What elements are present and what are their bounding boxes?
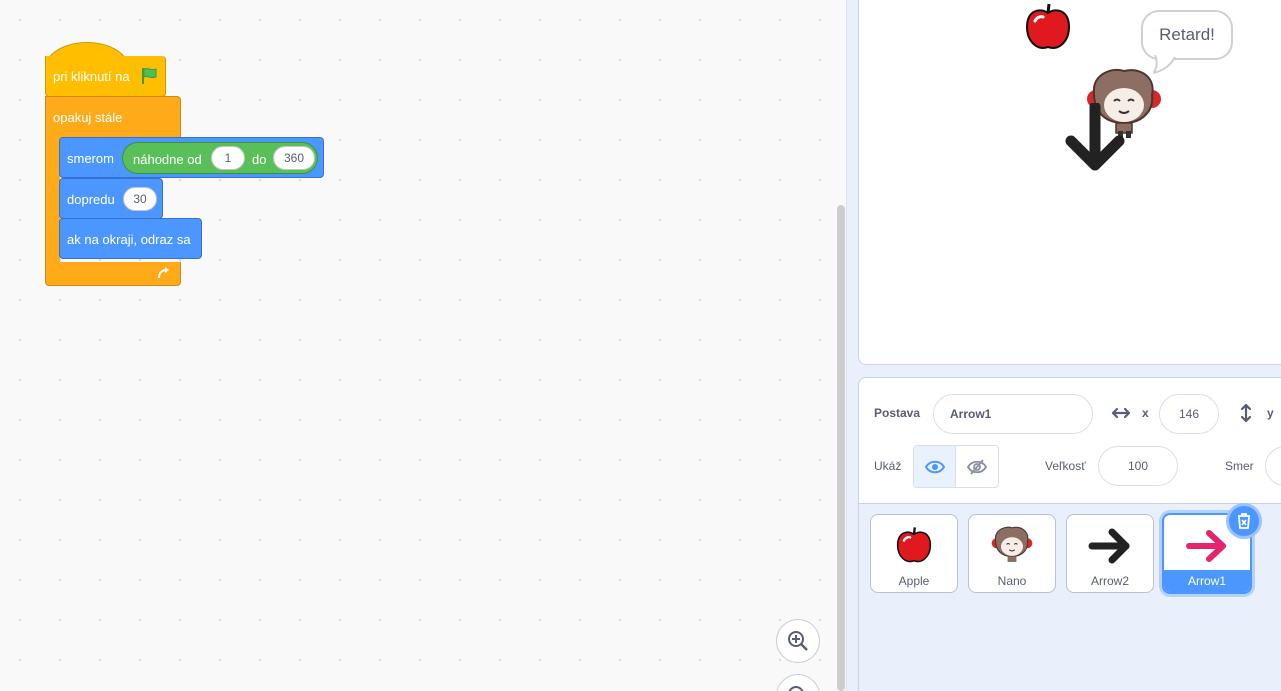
y-position-icon	[1240, 403, 1252, 423]
sprite-tile-nano[interactable]: Nano	[968, 514, 1056, 593]
zoom-in-button[interactable]	[776, 619, 820, 663]
sprite-name-label: Postava	[874, 406, 921, 420]
zoom-out-icon	[788, 686, 804, 691]
x-position-input[interactable]	[1159, 394, 1219, 434]
green-flag-icon	[142, 67, 157, 84]
turn-block-label: smerom	[67, 151, 114, 166]
sprite-tile-apple[interactable]: Apple	[870, 514, 958, 593]
delete-sprite-button[interactable]	[1226, 503, 1262, 539]
random-from-input[interactable]: 1	[211, 146, 245, 170]
sprite-info-panel: Postava x y Ukáž Veľkosť Smer	[858, 377, 1281, 504]
if-on-edge-bounce-block[interactable]: ak na okraji, odraz sa	[59, 218, 202, 259]
random-to-label: do	[252, 152, 267, 167]
random-block-label: náhodne od	[133, 152, 202, 167]
sprite-name-input[interactable]	[933, 394, 1093, 434]
zoom-out-button[interactable]	[776, 674, 820, 691]
apple-icon	[896, 527, 932, 563]
show-label: Ukáž	[874, 459, 902, 473]
arrow1-sprite[interactable]	[1064, 103, 1126, 173]
random-to-input[interactable]: 360	[273, 146, 315, 170]
size-label: Veľkosť	[1045, 459, 1086, 473]
when-flag-clicked-block[interactable]: pri kliknutí na	[45, 42, 166, 97]
nano-icon	[991, 526, 1033, 562]
apple-sprite[interactable]	[1021, 1, 1075, 55]
x-label: x	[1142, 406, 1149, 420]
point-in-direction-block[interactable]: smerom náhodne od 1 do 360	[59, 137, 324, 178]
pick-random-block[interactable]: náhodne od 1 do 360	[122, 142, 318, 174]
sprite-list-panel: Apple Nano Arrow2 Arrow1	[858, 503, 1281, 691]
x-position-icon	[1111, 407, 1131, 419]
hide-sprite-button[interactable]	[956, 446, 998, 487]
sprite-tile-name: Arrow2	[1090, 574, 1129, 588]
stage[interactable]: Retard!	[858, 0, 1281, 365]
direction-label: Smer	[1225, 459, 1254, 473]
bounce-block-label: ak na okraji, odraz sa	[67, 232, 191, 247]
y-label: y	[1267, 406, 1274, 420]
loop-arrow-icon	[158, 267, 169, 279]
direction-input[interactable]	[1265, 446, 1281, 486]
workspace-scrollbar[interactable]	[837, 205, 845, 691]
move-block-label: dopredu	[67, 192, 115, 207]
arrow-right-pink-icon	[1186, 530, 1226, 562]
move-steps-block[interactable]: dopredu 30	[59, 178, 163, 219]
zoom-in-icon	[788, 631, 808, 651]
arrow-right-black-icon	[1088, 528, 1130, 564]
trash-icon	[1238, 513, 1250, 529]
size-input[interactable]	[1098, 446, 1178, 486]
speech-bubble: Retard!	[1141, 10, 1233, 60]
sprite-tile-arrow2[interactable]: Arrow2	[1066, 514, 1154, 593]
move-steps-input[interactable]: 30	[123, 187, 157, 211]
eye-icon	[924, 460, 945, 473]
eye-slash-icon	[967, 458, 987, 475]
sprite-tile-name: Apple	[898, 574, 930, 588]
visibility-toggle	[913, 445, 999, 488]
hat-block-label: pri kliknutí na	[53, 69, 130, 84]
forever-block-label: opakuj stále	[53, 110, 123, 125]
sprite-tile-name: Nano	[997, 574, 1027, 588]
show-sprite-button[interactable]	[914, 446, 957, 487]
code-workspace[interactable]: pri kliknutí na opakuj stále smerom náho…	[0, 0, 847, 691]
sprite-tile-name: Arrow1	[1164, 570, 1250, 592]
